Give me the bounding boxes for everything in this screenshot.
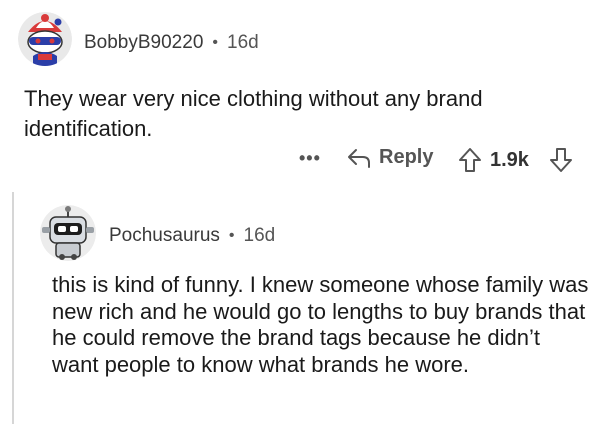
downvote-icon[interactable] [549,147,573,178]
reply-button[interactable]: Reply [347,146,433,169]
comment-meta: Pochusaurus • 16d [109,225,275,247]
comment-age: 16d [243,225,276,246]
more-options-button[interactable]: ••• [299,148,321,169]
upvote-icon[interactable] [458,147,482,178]
user-avatar-icon[interactable] [18,12,72,66]
user-avatar-icon[interactable] [40,205,96,261]
vote-score: 1.9k [490,149,529,171]
comment-body: this is kind of funny. I knew someone wh… [52,272,589,377]
username-link[interactable]: BobbyB90220 [84,32,203,54]
username-link[interactable]: Pochusaurus [109,225,220,247]
thread-line[interactable] [12,192,14,424]
reply-arrow-icon [348,148,370,168]
meta-separator: • [228,227,235,244]
meta-separator: • [212,34,218,51]
comment-body: They wear very nice clothing without any… [24,86,483,141]
reply-label: Reply [379,146,434,168]
comment-meta: BobbyB90220 • 16d [84,32,259,54]
comment-actions: ••• Reply 1.9k [0,146,599,180]
comment-age: 16d [227,32,259,53]
